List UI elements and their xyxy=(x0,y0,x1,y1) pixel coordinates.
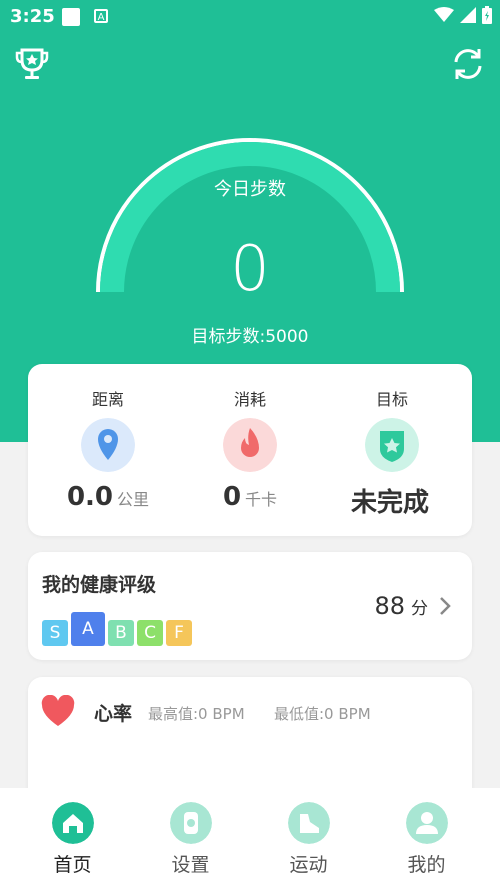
tab-label: 首页 xyxy=(53,854,92,876)
shield-star-icon xyxy=(365,418,419,472)
bottom-tab-bar: 首页 设置 运动 我的 xyxy=(0,788,500,888)
tab-label: 我的 xyxy=(407,854,446,876)
stat-value: 0 xyxy=(222,482,242,512)
user-icon xyxy=(406,802,448,844)
home-icon xyxy=(52,802,94,844)
stat-label: 目标 xyxy=(375,390,408,409)
health-score: 88 分 xyxy=(374,592,428,620)
stat-unit: 公里 xyxy=(117,490,150,509)
stat-value-row: 0.0 公里 xyxy=(34,482,182,512)
stat-label: 消耗 xyxy=(233,390,266,409)
flame-icon xyxy=(223,418,277,472)
tab-sport[interactable]: 运动 xyxy=(246,788,371,888)
stats-card: 距离 0.0 公里 消耗 0 千卡 目标 未完成 xyxy=(28,364,472,536)
steps-value: 0 xyxy=(230,232,270,305)
location-pin-icon xyxy=(81,418,135,472)
notification-square-icon xyxy=(62,8,80,26)
watch-icon xyxy=(170,802,212,844)
stat-value: 0.0 xyxy=(66,482,114,512)
grade-f: F xyxy=(166,620,192,646)
battery-icon xyxy=(482,6,492,24)
grade-a: A xyxy=(71,612,105,646)
heart-rate-max: 最高值:0 BPM xyxy=(148,705,245,723)
grade-b: B xyxy=(108,620,134,646)
score-unit: 分 xyxy=(411,599,428,619)
grade-s: S xyxy=(42,620,68,646)
stat-unit: 千卡 xyxy=(245,490,278,509)
stat-calories: 消耗 0 千卡 xyxy=(176,364,324,536)
steps-title: 今日步数 xyxy=(214,179,286,200)
tab-settings[interactable]: 设置 xyxy=(128,788,253,888)
score-value: 88 xyxy=(374,592,405,620)
status-time: 3:25 xyxy=(10,6,55,27)
heart-icon xyxy=(41,695,75,726)
tab-label: 运动 xyxy=(289,854,328,876)
tab-mine[interactable]: 我的 xyxy=(364,788,489,888)
stat-goal: 目标 未完成 xyxy=(318,364,466,536)
stat-value-row: 0 千卡 xyxy=(176,482,324,512)
grade-c: C xyxy=(137,620,163,646)
sneaker-icon xyxy=(288,802,330,844)
grade-scale: S A B C F xyxy=(42,612,192,646)
steps-goal: 目标步数:5000 xyxy=(191,327,309,347)
stat-value: 未完成 xyxy=(350,488,429,518)
tab-home[interactable]: 首页 xyxy=(10,788,135,888)
notification-badge: A xyxy=(94,9,108,23)
wifi-icon xyxy=(434,7,454,22)
tab-label: 设置 xyxy=(171,854,210,876)
sync-icon[interactable] xyxy=(448,44,488,84)
stat-value-row: 未完成 xyxy=(318,482,466,519)
status-icons xyxy=(434,6,492,24)
health-rating-card[interactable]: 我的健康评级 S A B C F 88 分 xyxy=(28,552,472,660)
status-bar: 3:25 A xyxy=(0,0,500,34)
trophy-icon[interactable] xyxy=(12,44,52,84)
signal-icon xyxy=(460,7,476,23)
stat-label: 距离 xyxy=(91,390,124,409)
heart-rate-title: 心率 xyxy=(94,703,133,725)
health-title: 我的健康评级 xyxy=(42,574,157,596)
heart-rate-min: 最低值:0 BPM xyxy=(274,705,371,723)
stat-distance: 距离 0.0 公里 xyxy=(34,364,182,536)
chevron-right-icon[interactable] xyxy=(434,595,456,617)
